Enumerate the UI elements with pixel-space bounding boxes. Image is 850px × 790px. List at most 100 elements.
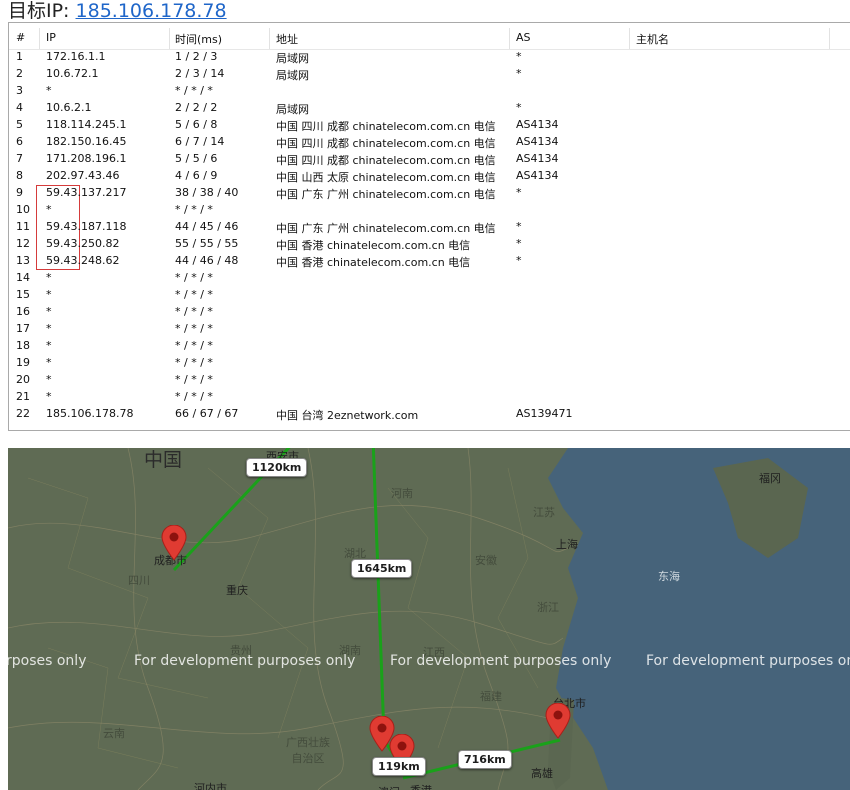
- distance-label: 119km: [372, 757, 426, 776]
- hop-address: 中国 台湾 2eznetwork.com: [276, 409, 419, 422]
- hop-address: 中国 四川 成都 chinatelecom.com.cn 电信: [276, 137, 496, 150]
- column-divider[interactable]: [629, 28, 630, 49]
- hop-number: 20: [16, 373, 30, 386]
- map-label-henan: 河南: [391, 487, 413, 500]
- hop-as: *: [516, 67, 522, 80]
- hop-as: *: [516, 50, 522, 63]
- route-segment: [371, 448, 386, 737]
- hop-address: 中国 香港 chinatelecom.com.cn 电信: [276, 239, 471, 252]
- hop-number: 21: [16, 390, 30, 403]
- hop-address: 局域网: [276, 69, 309, 82]
- hop-number: 8: [16, 169, 23, 182]
- column-divider[interactable]: [39, 28, 40, 49]
- hop-number: 15: [16, 288, 30, 301]
- hop-ip: *: [46, 390, 52, 403]
- map-label-chongqing: 重庆: [226, 584, 248, 597]
- hop-ip: 172.16.1.1: [46, 50, 106, 63]
- column-header-address[interactable]: 地址: [276, 31, 298, 47]
- column-divider[interactable]: [269, 28, 270, 49]
- table-row[interactable]: 2 10.6.72.1 2 / 3 / 14 局域网 *: [9, 65, 850, 82]
- hop-time: 38 / 38 / 40: [175, 186, 239, 199]
- hop-ip: *: [46, 322, 52, 335]
- map-label-anhui: 安徽: [475, 554, 497, 567]
- hop-ip: 185.106.178.78: [46, 407, 134, 420]
- table-row[interactable]: 22 185.106.178.78 66 / 67 / 67 中国 台湾 2eznet…: [9, 405, 850, 422]
- table-row[interactable]: 18 * * / * / *: [9, 337, 850, 354]
- table-row[interactable]: 15 * * / * / *: [9, 286, 850, 303]
- hop-number: 10: [16, 203, 30, 216]
- target-ip-link[interactable]: 185.106.178.78: [76, 0, 227, 22]
- table-row[interactable]: 5 118.114.245.1 5 / 6 / 8 中国 四川 成都 chinatel…: [9, 116, 850, 133]
- table-row[interactable]: 13 59.43.248.62 44 / 46 / 48 中国 香港 chinatel…: [9, 252, 850, 269]
- map-label-hanoi: 河内市: [194, 782, 227, 790]
- column-divider[interactable]: [169, 28, 170, 49]
- hop-time: * / * / *: [175, 356, 213, 369]
- column-header-ip[interactable]: IP: [46, 31, 56, 44]
- hop-time: 5 / 6 / 8: [175, 118, 218, 131]
- hop-as: *: [516, 101, 522, 114]
- table-row[interactable]: 14 * * / * / *: [9, 269, 850, 286]
- table-row[interactable]: 8 202.97.43.46 4 / 6 / 9 中国 山西 太原 chinatele…: [9, 167, 850, 184]
- hop-time: * / * / *: [175, 203, 213, 216]
- hop-number: 16: [16, 305, 30, 318]
- hop-address: 中国 广东 广州 chinatelecom.com.cn 电信: [276, 188, 496, 201]
- hop-as: *: [516, 254, 522, 267]
- hop-time: 55 / 55 / 55: [175, 237, 239, 250]
- taiwan-map-pin[interactable]: [545, 703, 571, 739]
- watermark-text: For development purposes only: [390, 653, 612, 669]
- table-row[interactable]: 7 171.208.196.1 5 / 5 / 6 中国 四川 成都 chinatel…: [9, 150, 850, 167]
- map-label-hongkong: 香港: [410, 782, 432, 790]
- column-divider[interactable]: [829, 28, 830, 49]
- hop-time: 5 / 5 / 6: [175, 152, 218, 165]
- column-header-time[interactable]: 时间(ms): [175, 31, 222, 47]
- route-map[interactable]: 中国 西安市 河南 江苏 上海 湖北 安徽 成都市 四川 重庆 浙江 东海 福冈…: [8, 448, 850, 790]
- table-row[interactable]: 19 * * / * / *: [9, 354, 850, 371]
- hop-ip: 59.43.137.217: [46, 186, 127, 199]
- hop-as: AS139471: [516, 407, 573, 420]
- hop-as: AS4134: [516, 152, 559, 165]
- hop-time: * / * / *: [175, 288, 213, 301]
- map-pin-icon: [545, 703, 571, 739]
- hop-ip: 59.43.187.118: [46, 220, 127, 233]
- hop-ip: *: [46, 356, 52, 369]
- chengdu-map-pin[interactable]: [161, 525, 187, 561]
- distance-label: 716km: [458, 750, 512, 769]
- table-row[interactable]: 17 * * / * / *: [9, 320, 850, 337]
- table-row[interactable]: 6 182.150.16.45 6 / 7 / 14 中国 四川 成都 chinate…: [9, 133, 850, 150]
- hop-number: 3: [16, 84, 23, 97]
- table-row[interactable]: 20 * * / * / *: [9, 371, 850, 388]
- hop-number: 18: [16, 339, 30, 352]
- hop-time: * / * / *: [175, 84, 213, 97]
- table-row[interactable]: 1 172.16.1.1 1 / 2 / 3 局域网 *: [9, 48, 850, 65]
- hop-time: * / * / *: [175, 305, 213, 318]
- hop-number: 7: [16, 152, 23, 165]
- hop-number: 12: [16, 237, 30, 250]
- hop-ip: 10.6.72.1: [46, 67, 99, 80]
- hop-as: *: [516, 237, 522, 250]
- hop-address: 中国 四川 成都 chinatelecom.com.cn 电信: [276, 120, 496, 133]
- hop-time: * / * / *: [175, 322, 213, 335]
- table-row[interactable]: 12 59.43.250.82 55 / 55 / 55 中国 香港 chinatel…: [9, 235, 850, 252]
- hop-address: 中国 香港 chinatelecom.com.cn 电信: [276, 256, 471, 269]
- table-row[interactable]: 9 59.43.137.217 38 / 38 / 40 中国 广东 广州 china…: [9, 184, 850, 201]
- map-label-shanghai: 上海: [556, 538, 578, 551]
- hop-time: * / * / *: [175, 339, 213, 352]
- table-row[interactable]: 4 10.6.2.1 2 / 2 / 2 局域网 *: [9, 99, 850, 116]
- hop-ip: 202.97.43.46: [46, 169, 120, 182]
- table-row[interactable]: 11 59.43.187.118 44 / 45 / 46 中国 广东 广州 chin…: [9, 218, 850, 235]
- hop-time: 66 / 67 / 67: [175, 407, 239, 420]
- column-header-hostname[interactable]: 主机名: [636, 31, 669, 47]
- column-divider[interactable]: [509, 28, 510, 49]
- table-row[interactable]: 21 * * / * / *: [9, 388, 850, 405]
- table-row[interactable]: 3 * * / * / *: [9, 82, 850, 99]
- map-label-guangxi: 广西壮族自治区: [286, 736, 330, 765]
- hop-ip: *: [46, 84, 52, 97]
- table-row[interactable]: 10 * * / * / *: [9, 201, 850, 218]
- hop-time: 2 / 2 / 2: [175, 101, 218, 114]
- hop-time: 44 / 45 / 46: [175, 220, 239, 233]
- column-header-as[interactable]: AS: [516, 31, 531, 44]
- column-header-number[interactable]: #: [16, 31, 25, 44]
- table-row[interactable]: 16 * * / * / *: [9, 303, 850, 320]
- hop-number: 14: [16, 271, 30, 284]
- hop-time: * / * / *: [175, 373, 213, 386]
